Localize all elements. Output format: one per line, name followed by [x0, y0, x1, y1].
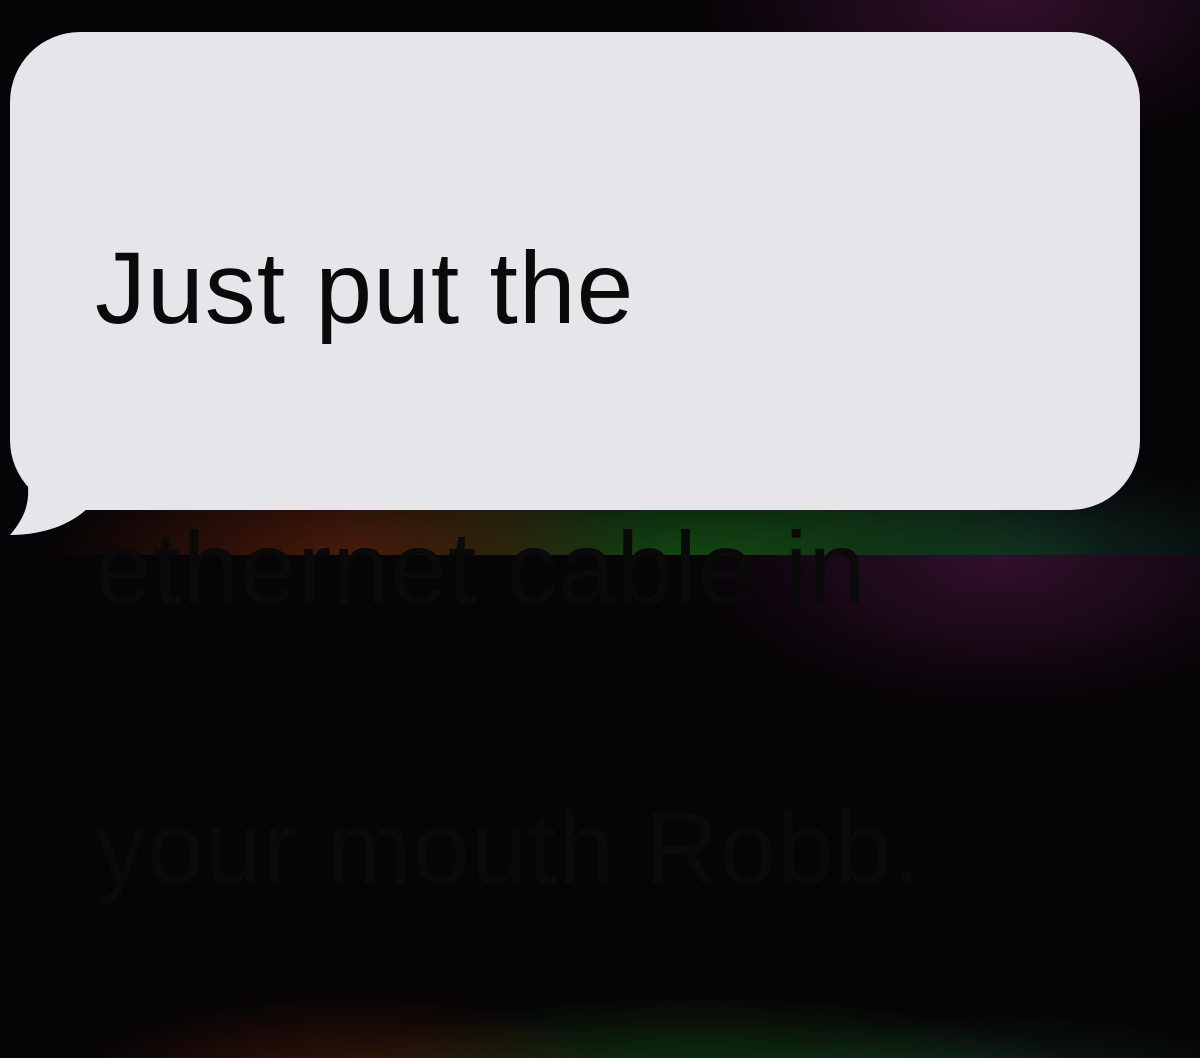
message-line: ethernet cable in — [95, 511, 867, 625]
message-line: Just put the — [95, 231, 635, 345]
message-line: your mouth Robb. — [95, 791, 922, 905]
message-text: Just put the ethernet cable in your mout… — [95, 78, 922, 1058]
